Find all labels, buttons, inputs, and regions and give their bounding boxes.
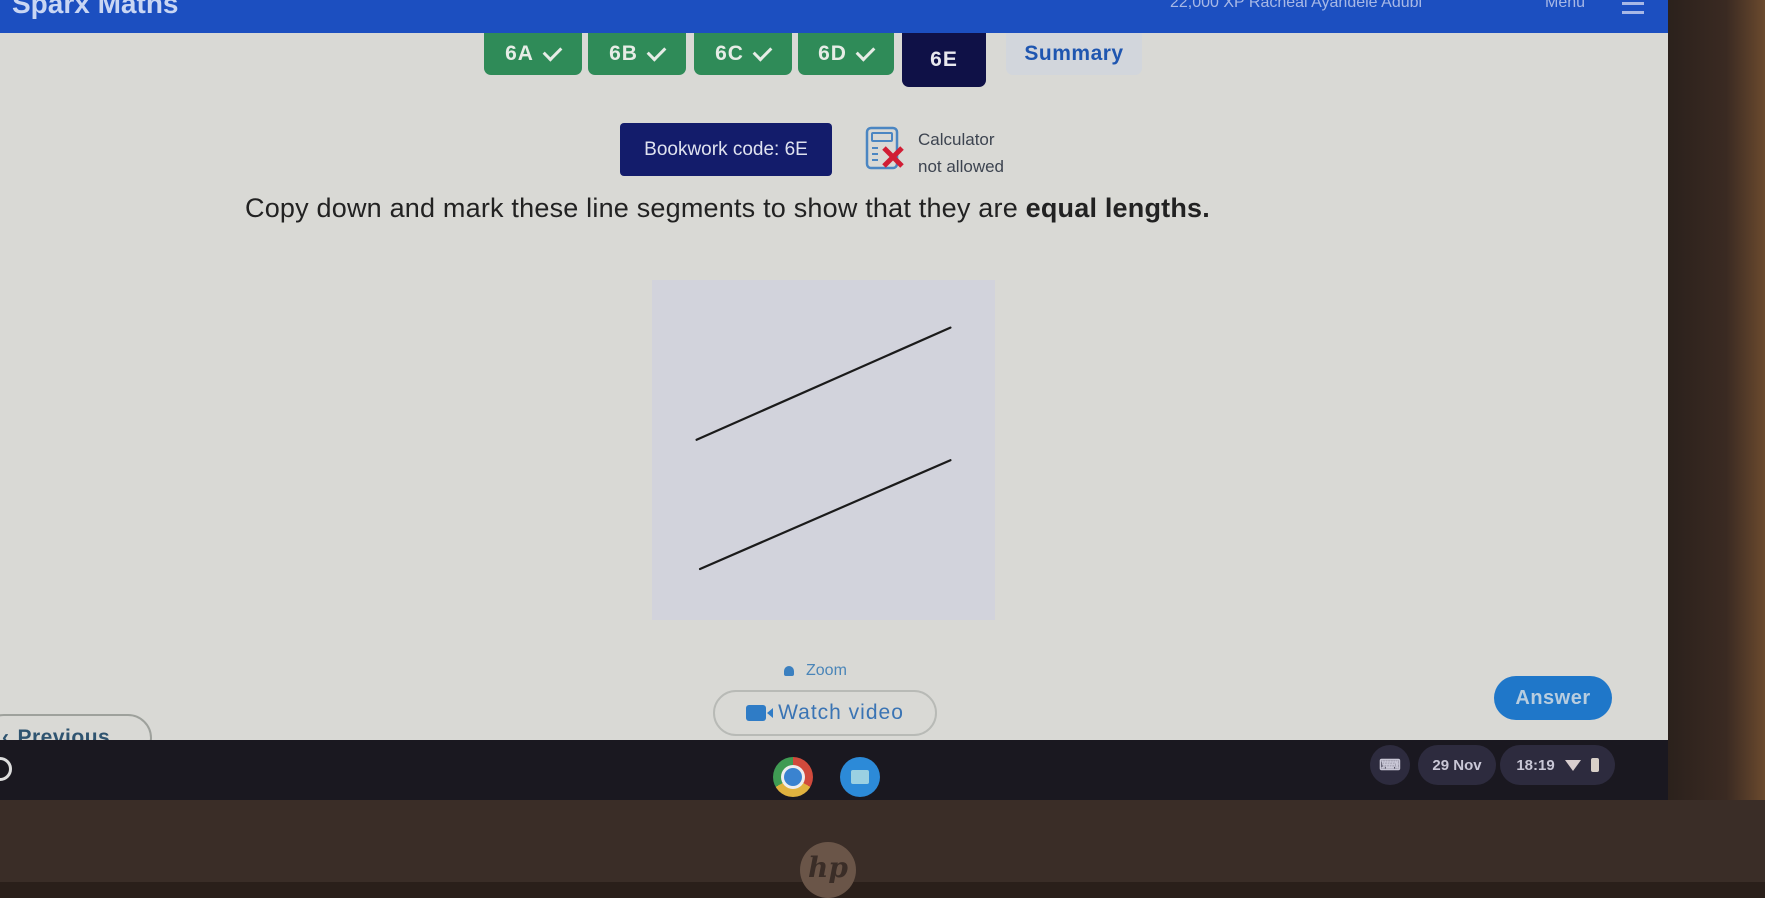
check-icon xyxy=(855,41,876,62)
question-body: Copy down and mark these line segments t… xyxy=(245,193,1026,223)
tab-summary[interactable]: Summary xyxy=(1006,33,1142,75)
laptop-bezel-bottom xyxy=(0,800,1765,882)
user-info: 22,000 XP Racheal Ayandele Adubi xyxy=(1170,0,1423,11)
question-figure xyxy=(652,280,995,620)
brand-logo[interactable]: Sparx Maths xyxy=(12,0,179,20)
check-icon xyxy=(542,41,563,62)
segment-top xyxy=(695,326,952,441)
date-tray[interactable]: 29 Nov xyxy=(1418,745,1496,785)
tab-label: 6C xyxy=(715,42,744,65)
tab-label: 6E xyxy=(930,48,958,71)
check-icon xyxy=(646,41,667,62)
menu-label[interactable]: Menu xyxy=(1545,0,1585,12)
tab-6c[interactable]: 6C xyxy=(694,33,792,75)
tab-label: Summary xyxy=(1024,42,1124,65)
tab-6d[interactable]: 6D xyxy=(798,33,894,75)
watch-video-label: Watch video xyxy=(778,701,904,724)
zoom-label: Zoom xyxy=(806,662,847,679)
tab-label: 6B xyxy=(609,42,638,65)
wifi-icon xyxy=(1564,759,1581,771)
question-emphasis: equal lengths. xyxy=(1025,193,1210,223)
calculator-not-allowed-icon xyxy=(865,126,904,170)
bookwork-code-badge: Bookwork code: 6E xyxy=(620,123,832,176)
watch-video-button[interactable]: Watch video xyxy=(713,690,937,736)
tab-label: 6A xyxy=(505,42,534,65)
answer-button[interactable]: Answer xyxy=(1494,676,1612,720)
tab-6a[interactable]: 6A xyxy=(484,33,582,75)
calculator-status-line1: Calculator xyxy=(918,130,995,149)
input-method-icon[interactable]: ⌨ xyxy=(1370,745,1410,785)
video-camera-icon xyxy=(746,705,774,721)
tab-label: 6D xyxy=(818,42,847,65)
laptop-bezel-right xyxy=(1668,0,1765,882)
check-icon xyxy=(752,41,773,62)
calculator-status: Calculator not allowed xyxy=(918,126,1004,180)
line-segments-diagram xyxy=(695,326,952,571)
zoom-button[interactable]: Zoom xyxy=(784,662,847,680)
segment-bottom xyxy=(698,459,952,571)
top-bar: Sparx Maths 22,000 XP Racheal Ayandele A… xyxy=(0,0,1670,33)
clock: 18:19 xyxy=(1516,756,1555,774)
status-tray[interactable]: 18:19 xyxy=(1500,745,1615,785)
files-icon[interactable] xyxy=(840,757,880,797)
calculator-status-line2: not allowed xyxy=(918,157,1005,176)
menu-icon[interactable] xyxy=(1622,2,1644,14)
tab-6e[interactable]: 6E xyxy=(902,33,986,87)
chrome-icon[interactable] xyxy=(773,757,813,797)
question-text: Copy down and mark these line segments t… xyxy=(245,193,1445,224)
hp-logo: hp xyxy=(800,842,856,898)
battery-icon xyxy=(1590,758,1599,772)
zoom-icon xyxy=(784,666,794,676)
screen: Sparx Maths 22,000 XP Racheal Ayandele A… xyxy=(0,0,1670,800)
tab-6b[interactable]: 6B xyxy=(588,33,686,75)
